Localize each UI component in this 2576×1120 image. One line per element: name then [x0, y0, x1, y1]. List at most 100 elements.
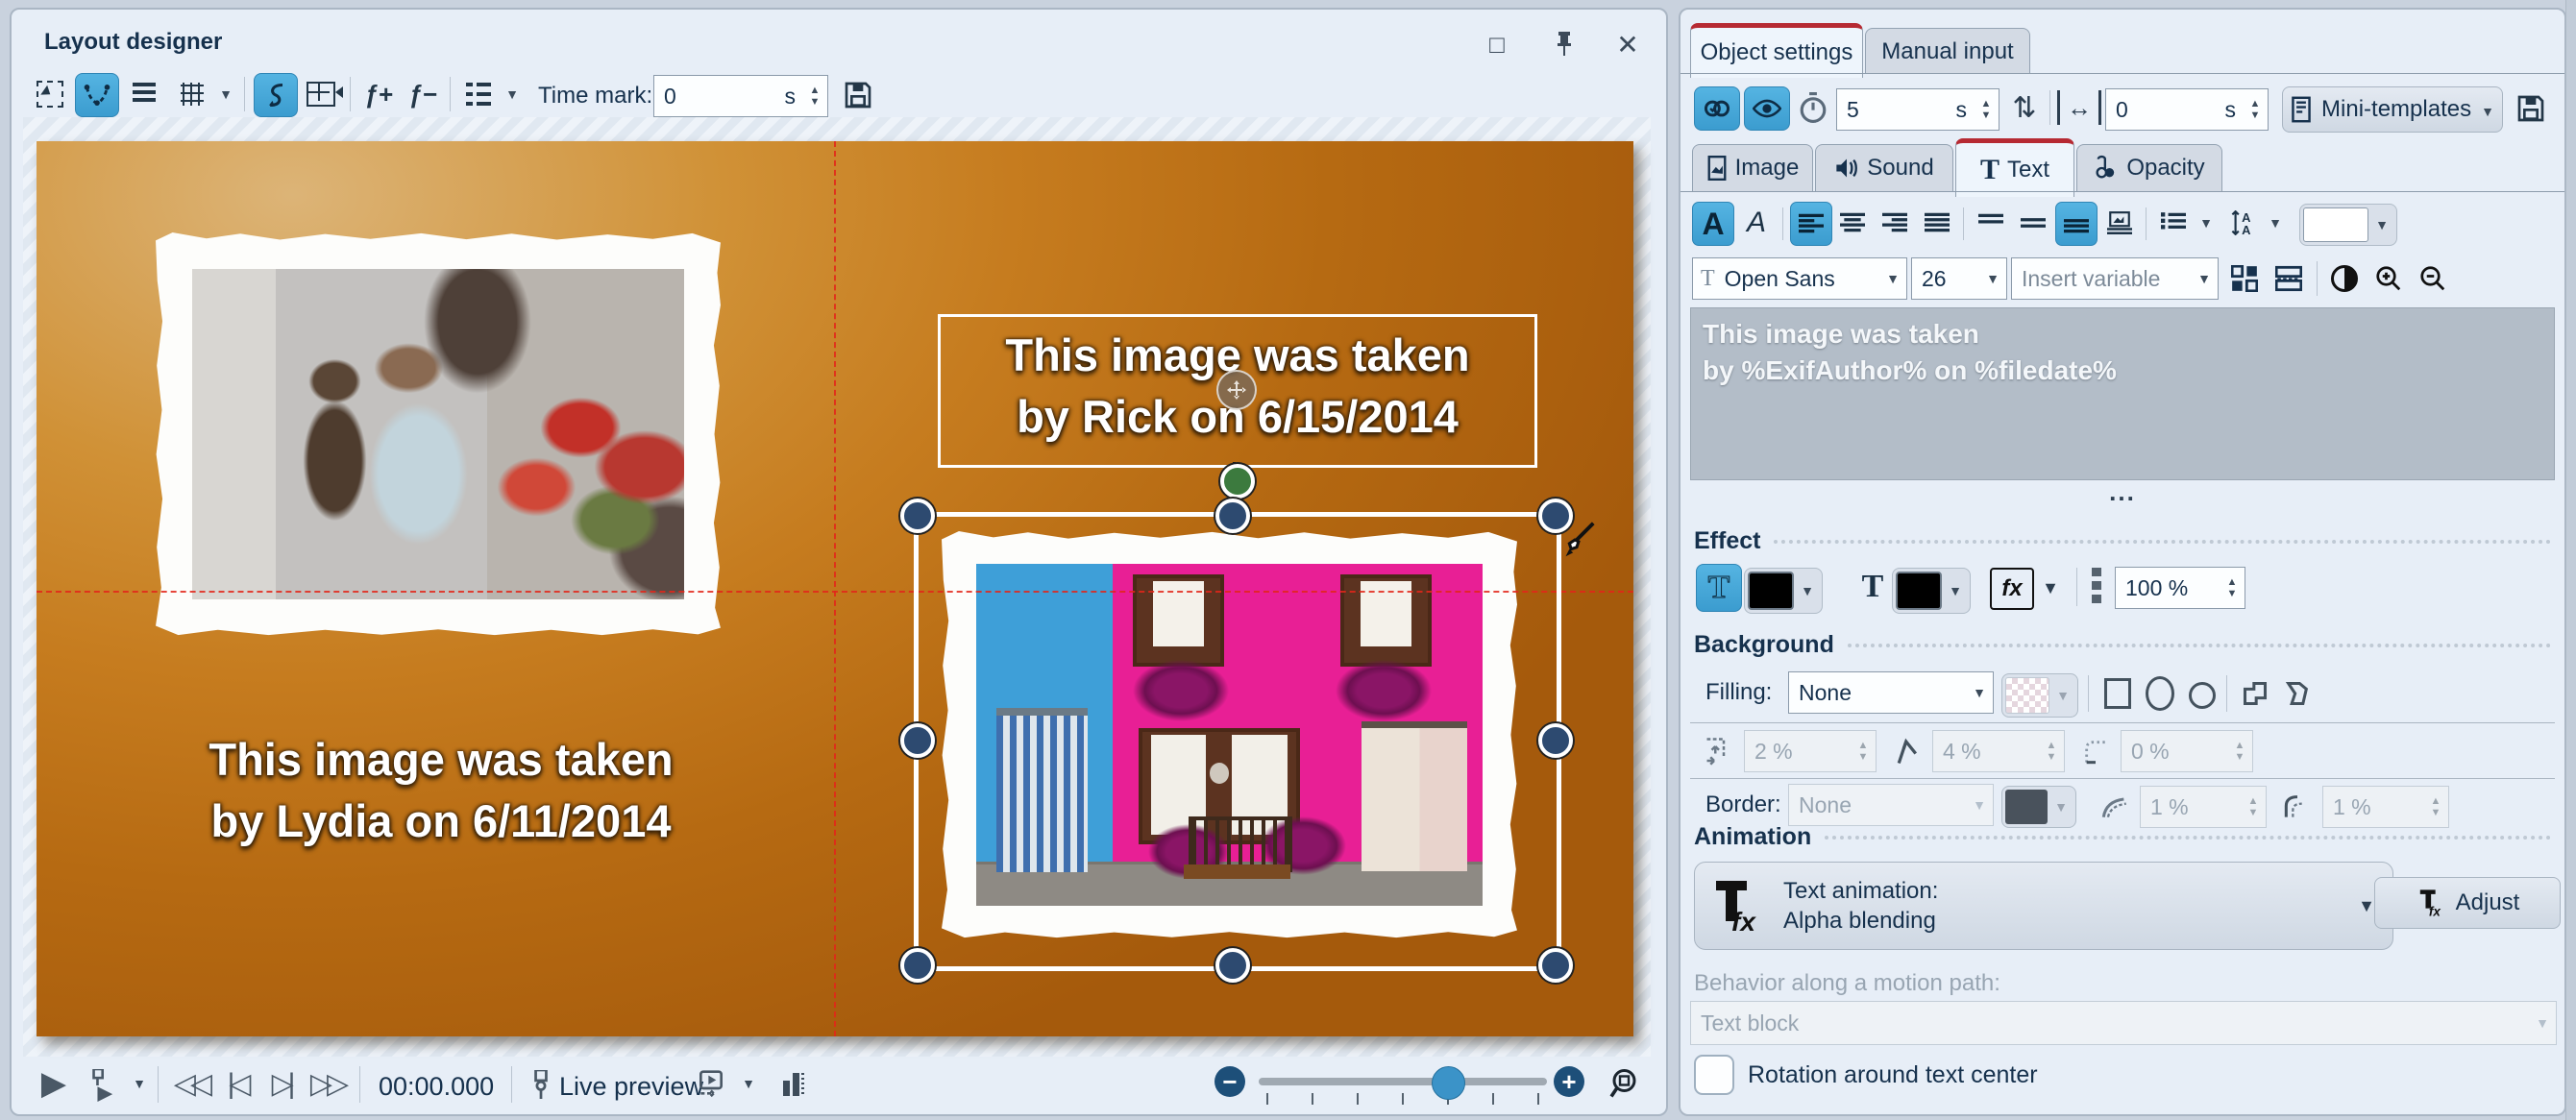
zoom-in-text-button[interactable] — [2370, 261, 2407, 296]
tab-manual-input[interactable]: Manual input — [1865, 28, 2030, 74]
font-color-dropdown[interactable] — [2370, 217, 2393, 232]
insert-variable-combo[interactable]: Insert variable — [2011, 257, 2219, 300]
motion-path-button[interactable] — [254, 73, 298, 117]
line-spacing-dropdown[interactable] — [2265, 213, 2286, 232]
valign-bottom-button[interactable] — [2055, 202, 2098, 246]
duration-input[interactable]: 5 s — [1836, 88, 1999, 131]
link-toggle-button[interactable] — [1694, 86, 1740, 131]
shape-ellipse-button[interactable] — [2142, 675, 2178, 712]
fill-color-picker[interactable] — [1892, 568, 1971, 614]
mini-templates-button[interactable]: Mini-templates — [2282, 86, 2503, 133]
save-layout-button[interactable] — [840, 77, 876, 113]
text-image-layout-button[interactable] — [2099, 202, 2140, 244]
effect-opacity-spinner[interactable] — [2219, 568, 2245, 608]
italic-button[interactable]: A — [1736, 202, 1777, 244]
resize-handle-bottom-right[interactable] — [1538, 948, 1573, 983]
tab-text[interactable]: T Text — [1955, 138, 2074, 197]
line-spacing-button[interactable]: AA — [2220, 202, 2261, 244]
grid-options-dropdown[interactable] — [215, 85, 236, 104]
contrast-button[interactable] — [2326, 261, 2363, 296]
resize-handle-bottom-left[interactable] — [900, 948, 935, 983]
zoom-fit-button[interactable] — [1607, 1064, 1645, 1103]
editor-expander[interactable]: ... — [1681, 479, 2564, 504]
font-color-picker[interactable] — [2299, 204, 2397, 246]
fx-button[interactable]: fx — [1990, 568, 2034, 610]
grid-button[interactable] — [171, 73, 213, 115]
time-mark-spinner[interactable] — [801, 76, 827, 116]
shape-custom1-button[interactable] — [2236, 675, 2274, 712]
rotation-checkbox[interactable] — [1694, 1055, 1734, 1095]
bold-button[interactable]: A — [1692, 202, 1734, 246]
visibility-toggle-button[interactable] — [1744, 86, 1790, 131]
maximize-button[interactable]: □ — [1478, 27, 1516, 61]
offset-input[interactable]: 0 s — [2105, 88, 2269, 131]
resize-handle-top-left[interactable] — [900, 499, 935, 533]
align-center-button[interactable] — [1832, 202, 1873, 244]
layers-button[interactable] — [123, 73, 165, 115]
time-mark-input[interactable]: 0 s — [653, 75, 828, 117]
zoom-slider-track[interactable] — [1259, 1078, 1547, 1085]
zoom-slider-handle[interactable] — [1432, 1066, 1465, 1100]
offset-spinner[interactable] — [2242, 89, 2268, 130]
tab-sound[interactable]: Sound — [1815, 144, 1953, 191]
play-options-dropdown[interactable] — [129, 1074, 150, 1093]
tab-object-settings[interactable]: Object settings — [1690, 23, 1863, 78]
valign-top-button[interactable] — [1971, 202, 2011, 244]
text-editor[interactable]: This image was taken by %ExifAuthor% on … — [1690, 307, 2555, 480]
valign-middle-button[interactable] — [2013, 202, 2053, 244]
resize-handle-mid-left[interactable] — [900, 723, 935, 758]
previous-button[interactable]: |◁ — [215, 1070, 258, 1099]
zoom-out-text-button[interactable] — [2415, 261, 2451, 296]
text-animation-dropdown[interactable]: fx Text animation: Alpha blending — [1694, 862, 2393, 950]
tab-opacity[interactable]: Opacity — [2076, 144, 2222, 191]
shape-circle-button[interactable] — [2184, 679, 2220, 712]
image-selection-rect[interactable] — [914, 512, 1561, 971]
layout-blocks-button[interactable] — [2226, 261, 2263, 296]
object-list-button[interactable] — [457, 73, 500, 115]
tab-image[interactable]: Image — [1692, 144, 1813, 191]
align-justify-button[interactable] — [1917, 202, 1957, 244]
close-button[interactable]: ✕ — [1608, 27, 1647, 61]
play-from-here-button[interactable] — [85, 1066, 123, 1105]
fx-dropdown[interactable] — [2038, 576, 2063, 599]
slide-canvas[interactable]: This image was taken by Lydia on 6/11/20… — [37, 141, 1633, 1036]
preview-window-button[interactable] — [692, 1066, 730, 1103]
caption-left-text[interactable]: This image was taken by Lydia on 6/11/20… — [105, 729, 777, 852]
reset-duration-button[interactable]: ⇅ — [2007, 90, 2042, 125]
next-button[interactable]: ▷| — [259, 1070, 302, 1099]
add-node-button[interactable]: ƒ+ — [357, 73, 400, 115]
align-left-button[interactable] — [1790, 202, 1832, 246]
play-button[interactable]: ▶ — [35, 1064, 73, 1103]
shape-custom2-button[interactable] — [2278, 675, 2317, 712]
resize-handle-mid-right[interactable] — [1538, 723, 1573, 758]
zoom-in-button[interactable]: + — [1554, 1066, 1584, 1097]
statistics-button[interactable] — [776, 1066, 811, 1103]
resize-handle-top-center[interactable] — [1215, 499, 1250, 533]
align-right-button[interactable] — [1875, 202, 1915, 244]
list-format-dropdown[interactable] — [2196, 213, 2217, 232]
shape-rect-button[interactable] — [2099, 675, 2136, 712]
outline-color-picker[interactable] — [1744, 568, 1823, 614]
camera-pan-button[interactable] — [300, 73, 343, 115]
text-block-format-button[interactable] — [2270, 261, 2307, 296]
object-list-dropdown[interactable] — [502, 85, 523, 104]
move-handle[interactable] — [1216, 370, 1257, 410]
save-settings-button[interactable] — [2513, 90, 2549, 127]
remove-node-button[interactable]: ƒ− — [402, 73, 444, 115]
preview-options-dropdown[interactable] — [738, 1074, 759, 1093]
rotation-handle[interactable] — [1220, 464, 1255, 499]
resize-handle-bottom-center[interactable] — [1215, 948, 1250, 983]
text-outline-color-button[interactable]: T — [1696, 564, 1742, 612]
select-tool-button[interactable] — [29, 73, 71, 115]
adjust-button[interactable]: fx Adjust — [2374, 877, 2561, 929]
fast-forward-button[interactable]: ▷▷ — [304, 1070, 350, 1099]
font-family-combo[interactable]: T Open Sans — [1692, 257, 1907, 300]
rewind-button[interactable]: ◁◁ — [167, 1070, 213, 1099]
zoom-out-button[interactable]: − — [1214, 1066, 1245, 1097]
list-format-button[interactable] — [2153, 202, 2194, 244]
duration-spinner[interactable] — [1973, 89, 1999, 130]
photo-left-frame[interactable] — [156, 232, 721, 636]
filling-combo[interactable]: None — [1788, 671, 1994, 714]
font-size-combo[interactable]: 26 — [1911, 257, 2007, 300]
pin-button[interactable] — [1545, 25, 1583, 61]
